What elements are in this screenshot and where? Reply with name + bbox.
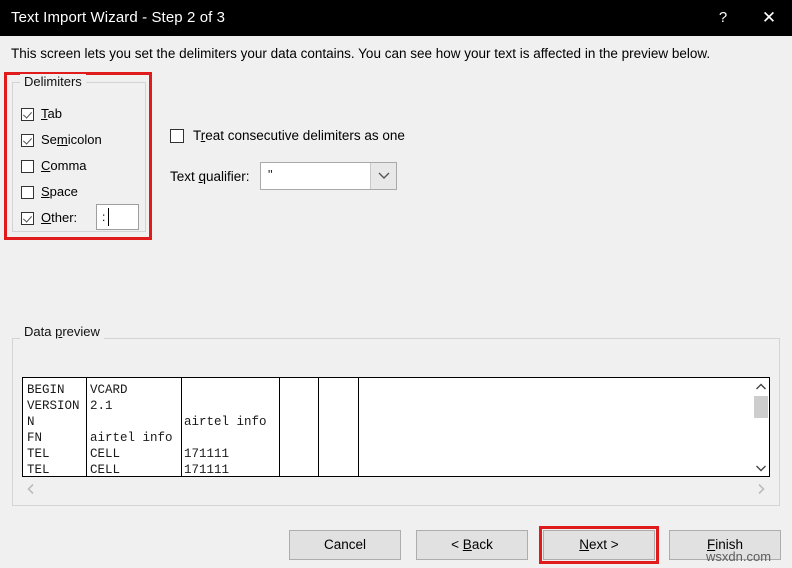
data-preview-group-label: Data preview — [20, 324, 104, 339]
preview-cell: CELL — [90, 447, 121, 461]
preview-horizontal-scrollbar[interactable] — [22, 479, 770, 499]
checkbox-space[interactable] — [21, 186, 34, 199]
checkbox-label-tab: Tab — [41, 106, 62, 121]
checkbox-row-other[interactable]: Other: — [21, 210, 77, 230]
instruction-text: This screen lets you set the delimiters … — [11, 46, 711, 61]
checkbox-label-semicolon: Semicolon — [41, 132, 102, 147]
text-qualifier-value: " — [268, 167, 273, 182]
preview-vertical-scrollbar[interactable] — [752, 378, 769, 476]
consecutive-delimiters-row[interactable]: Treat consecutive delimiters as one — [170, 128, 405, 144]
column-divider[interactable] — [358, 378, 359, 476]
column-divider[interactable] — [86, 378, 87, 476]
checkbox-label-other: Other: — [41, 210, 78, 225]
help-button[interactable]: ? — [700, 0, 746, 36]
back-button[interactable]: < Back — [416, 530, 528, 560]
preview-cell: airtel info — [184, 415, 267, 429]
checkbox-row-tab[interactable]: Tab — [21, 106, 62, 126]
preview-cell: VERSION — [27, 399, 80, 413]
checkbox-comma[interactable] — [21, 160, 34, 173]
column-divider[interactable] — [181, 378, 182, 476]
checkbox-label-comma: Comma — [41, 158, 87, 173]
preview-cell: airtel info — [90, 431, 173, 445]
chevron-down-icon[interactable] — [370, 163, 396, 189]
checkbox-row-comma[interactable]: Comma — [21, 158, 87, 178]
preview-cell: 171111 — [184, 447, 230, 461]
preview-cell: TEL — [27, 463, 50, 477]
column-divider[interactable] — [279, 378, 280, 476]
checkbox-tab[interactable] — [21, 108, 34, 121]
preview-cell: BEGIN — [27, 383, 65, 397]
preview-cell: 171111 — [184, 463, 230, 477]
chevron-left-icon[interactable] — [22, 479, 40, 499]
checkbox-label-consecutive-delimiters: Treat consecutive delimiters as one — [193, 128, 405, 143]
data-preview-table: BEGIN VCARD VERSION 2.1 N airtel info FN… — [23, 378, 754, 476]
data-preview-pane[interactable]: BEGIN VCARD VERSION 2.1 N airtel info FN… — [22, 377, 770, 477]
preview-cell: FN — [27, 431, 43, 445]
text-qualifier-label: Text qualifier: — [170, 169, 250, 184]
chevron-down-icon[interactable] — [753, 459, 769, 476]
chevron-up-icon[interactable] — [753, 378, 769, 395]
cancel-button[interactable]: Cancel — [289, 530, 401, 560]
window-title: Text Import Wizard - Step 2 of 3 — [11, 9, 226, 26]
preview-cell: N — [27, 415, 35, 429]
preview-cell: TEL — [27, 447, 50, 461]
checkbox-semicolon[interactable] — [21, 134, 34, 147]
watermark: wsxdn.com — [706, 549, 772, 564]
chevron-right-icon[interactable] — [752, 479, 770, 499]
title-bar: Text Import Wizard - Step 2 of 3 ? ✕ — [0, 0, 792, 36]
column-divider[interactable] — [318, 378, 319, 476]
preview-cell: VCARD — [90, 383, 128, 397]
other-delimiter-input[interactable]: : — [96, 204, 139, 230]
preview-cell: CELL — [90, 463, 121, 477]
checkbox-other[interactable] — [21, 212, 34, 225]
preview-cell: 2.1 — [90, 399, 113, 413]
checkbox-row-semicolon[interactable]: Semicolon — [21, 132, 102, 152]
scrollbar-thumb[interactable] — [754, 396, 768, 418]
checkbox-row-space[interactable]: Space — [21, 184, 78, 204]
text-caret — [108, 208, 109, 226]
checkbox-consecutive-delimiters[interactable] — [170, 129, 184, 143]
text-qualifier-dropdown[interactable]: " — [260, 162, 397, 190]
close-button[interactable]: ✕ — [746, 0, 792, 36]
checkbox-label-space: Space — [41, 184, 78, 199]
next-button[interactable]: Next > — [543, 530, 655, 560]
delimiters-group-label: Delimiters — [20, 74, 86, 89]
